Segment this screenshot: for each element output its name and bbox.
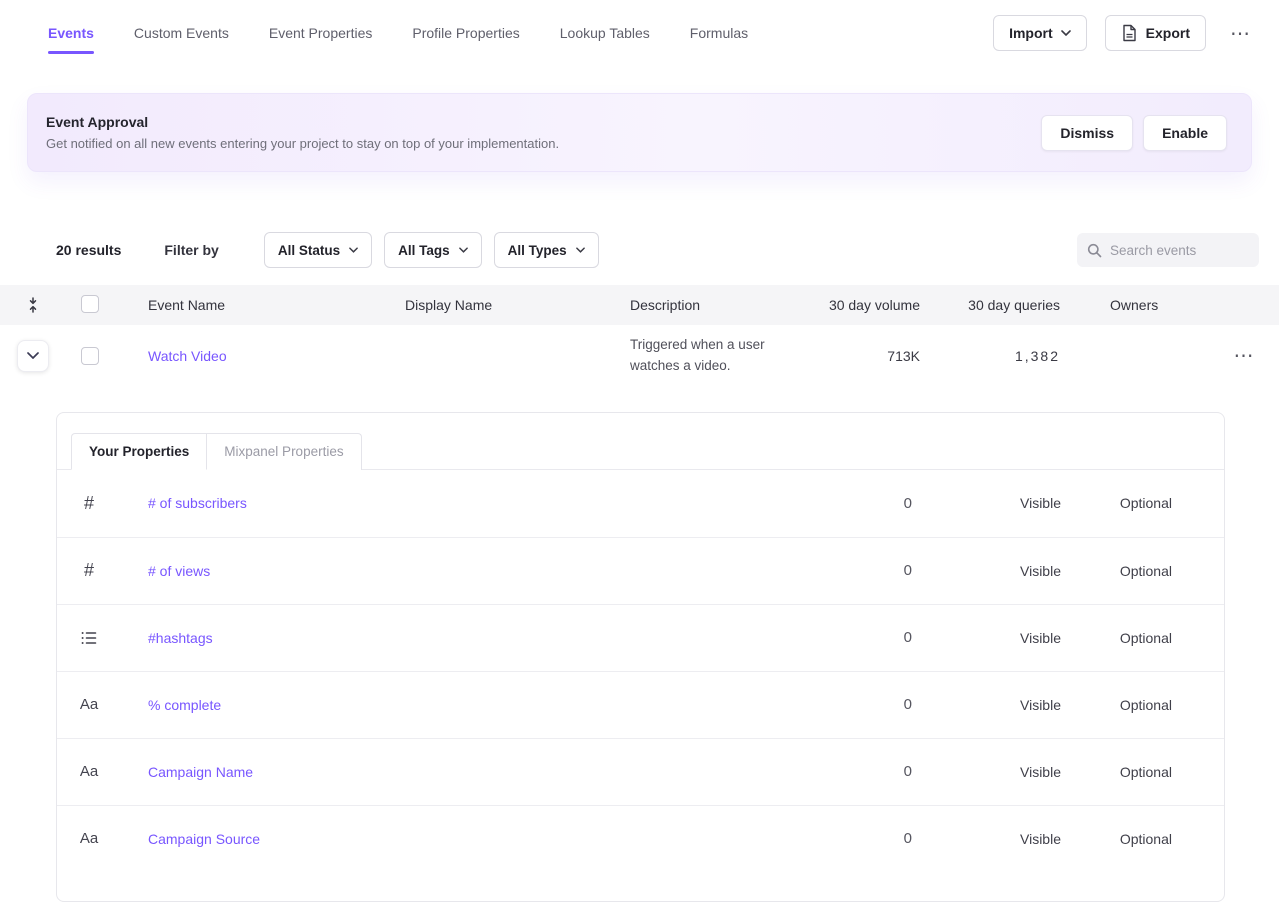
text-type-icon: Aa (80, 763, 98, 780)
banner-description: Get notified on all new events entering … (46, 136, 559, 151)
chevron-down-icon (576, 247, 585, 253)
tab-profile-properties[interactable]: Profile Properties (412, 25, 519, 41)
tags-filter-label: All Tags (398, 243, 450, 258)
property-requirement: Optional (1064, 495, 1224, 511)
property-visibility: Visible (914, 697, 1064, 713)
property-count: 0 (774, 495, 914, 512)
row-checkbox[interactable] (81, 347, 99, 365)
property-row: # # of subscribers 0 Visible Optional (57, 470, 1224, 537)
property-visibility: Visible (914, 630, 1064, 646)
property-row: # # of views 0 Visible Optional (57, 537, 1224, 604)
tab-mixpanel-properties[interactable]: Mixpanel Properties (207, 433, 361, 470)
property-link[interactable]: # of views (121, 563, 774, 579)
property-visibility: Visible (914, 764, 1064, 780)
property-row: Aa Campaign Name 0 Visible Optional (57, 738, 1224, 805)
property-visibility: Visible (914, 495, 1064, 511)
event-row-watch-video: Watch Video Triggered when a user watche… (0, 325, 1279, 387)
property-count: 0 (774, 830, 914, 847)
dismiss-button[interactable]: Dismiss (1041, 115, 1133, 151)
select-all-checkbox[interactable] (81, 295, 99, 313)
number-type-icon: # (84, 493, 94, 514)
chevron-down-icon (349, 247, 358, 253)
nav-tab-bar: Events Custom Events Event Properties Pr… (48, 25, 748, 41)
enable-button[interactable]: Enable (1143, 115, 1227, 151)
collapse-row-button[interactable] (17, 340, 49, 372)
search-input[interactable] (1110, 243, 1249, 258)
text-type-icon: Aa (80, 696, 98, 713)
search-events-box[interactable] (1077, 233, 1259, 267)
text-type-icon: Aa (80, 830, 98, 847)
tab-event-properties[interactable]: Event Properties (269, 25, 373, 41)
events-table-header: Event Name Display Name Description 30 d… (0, 285, 1279, 325)
number-type-icon: # (84, 560, 94, 581)
property-link[interactable]: # of subscribers (121, 495, 774, 511)
event-approval-banner: Event Approval Get notified on all new e… (27, 93, 1252, 172)
tab-your-properties[interactable]: Your Properties (71, 433, 207, 470)
property-count: 0 (774, 763, 914, 780)
tab-lookup-tables[interactable]: Lookup Tables (560, 25, 650, 41)
event-description: Triggered when a user watches a video. (612, 325, 802, 387)
header-owners: Owners (1062, 297, 1209, 313)
row-more-button[interactable]: ⋯ (1228, 339, 1261, 372)
event-queries: 1,382 (922, 348, 1062, 364)
status-filter-dropdown[interactable]: All Status (264, 232, 372, 268)
property-link[interactable]: Campaign Source (121, 831, 774, 847)
top-navigation: Events Custom Events Event Properties Pr… (0, 0, 1279, 66)
filter-dropdowns: All Status All Tags All Types (264, 232, 599, 268)
header-volume: 30 day volume (802, 297, 922, 313)
tab-custom-events[interactable]: Custom Events (134, 25, 229, 41)
property-row: Aa Campaign Source 0 Visible Optional (57, 805, 1224, 872)
event-name-link[interactable]: Watch Video (130, 348, 227, 364)
chevron-down-icon (1061, 30, 1071, 36)
collapse-all-icon[interactable] (26, 297, 40, 313)
property-requirement: Optional (1064, 831, 1224, 847)
property-row: #hashtags 0 Visible Optional (57, 604, 1224, 671)
header-queries: 30 day queries (922, 297, 1062, 313)
banner-text: Event Approval Get notified on all new e… (46, 114, 559, 151)
export-button[interactable]: Export (1105, 15, 1206, 51)
filter-row: 20 results Filter by All Status All Tags… (56, 232, 1259, 268)
property-link[interactable]: % complete (121, 697, 774, 713)
header-event-name: Event Name (130, 297, 387, 313)
chevron-down-icon (27, 352, 39, 359)
chevron-down-icon (459, 247, 468, 253)
tab-formulas[interactable]: Formulas (690, 25, 748, 41)
import-button[interactable]: Import (993, 15, 1087, 51)
status-filter-label: All Status (278, 243, 340, 258)
export-button-label: Export (1146, 25, 1190, 41)
property-visibility: Visible (914, 563, 1064, 579)
export-file-icon (1121, 24, 1138, 42)
banner-title: Event Approval (46, 114, 559, 130)
filter-by-label: Filter by (164, 242, 218, 258)
header-description: Description (612, 297, 802, 313)
properties-panel: Your Properties Mixpanel Properties # # … (56, 412, 1225, 902)
results-count: 20 results (56, 242, 121, 258)
property-count: 0 (774, 696, 914, 713)
property-link[interactable]: #hashtags (121, 630, 774, 646)
property-visibility: Visible (914, 831, 1064, 847)
tags-filter-dropdown[interactable]: All Tags (384, 232, 482, 268)
types-filter-label: All Types (508, 243, 567, 258)
property-requirement: Optional (1064, 764, 1224, 780)
list-type-icon (81, 631, 97, 645)
tab-events[interactable]: Events (48, 25, 94, 41)
properties-tab-bar: Your Properties Mixpanel Properties (57, 413, 1224, 470)
event-volume: 713K (802, 348, 922, 364)
search-icon (1087, 243, 1102, 258)
property-link[interactable]: Campaign Name (121, 764, 774, 780)
property-row: Aa % complete 0 Visible Optional (57, 671, 1224, 738)
property-count: 0 (774, 562, 914, 579)
property-requirement: Optional (1064, 630, 1224, 646)
property-count: 0 (774, 629, 914, 646)
nav-more-button[interactable]: ⋯ (1224, 17, 1257, 50)
property-requirement: Optional (1064, 563, 1224, 579)
banner-actions: Dismiss Enable (1041, 115, 1227, 151)
types-filter-dropdown[interactable]: All Types (494, 232, 599, 268)
property-requirement: Optional (1064, 697, 1224, 713)
nav-actions: Import Export ⋯ (993, 15, 1257, 51)
header-display-name: Display Name (387, 297, 612, 313)
import-button-label: Import (1009, 25, 1053, 41)
